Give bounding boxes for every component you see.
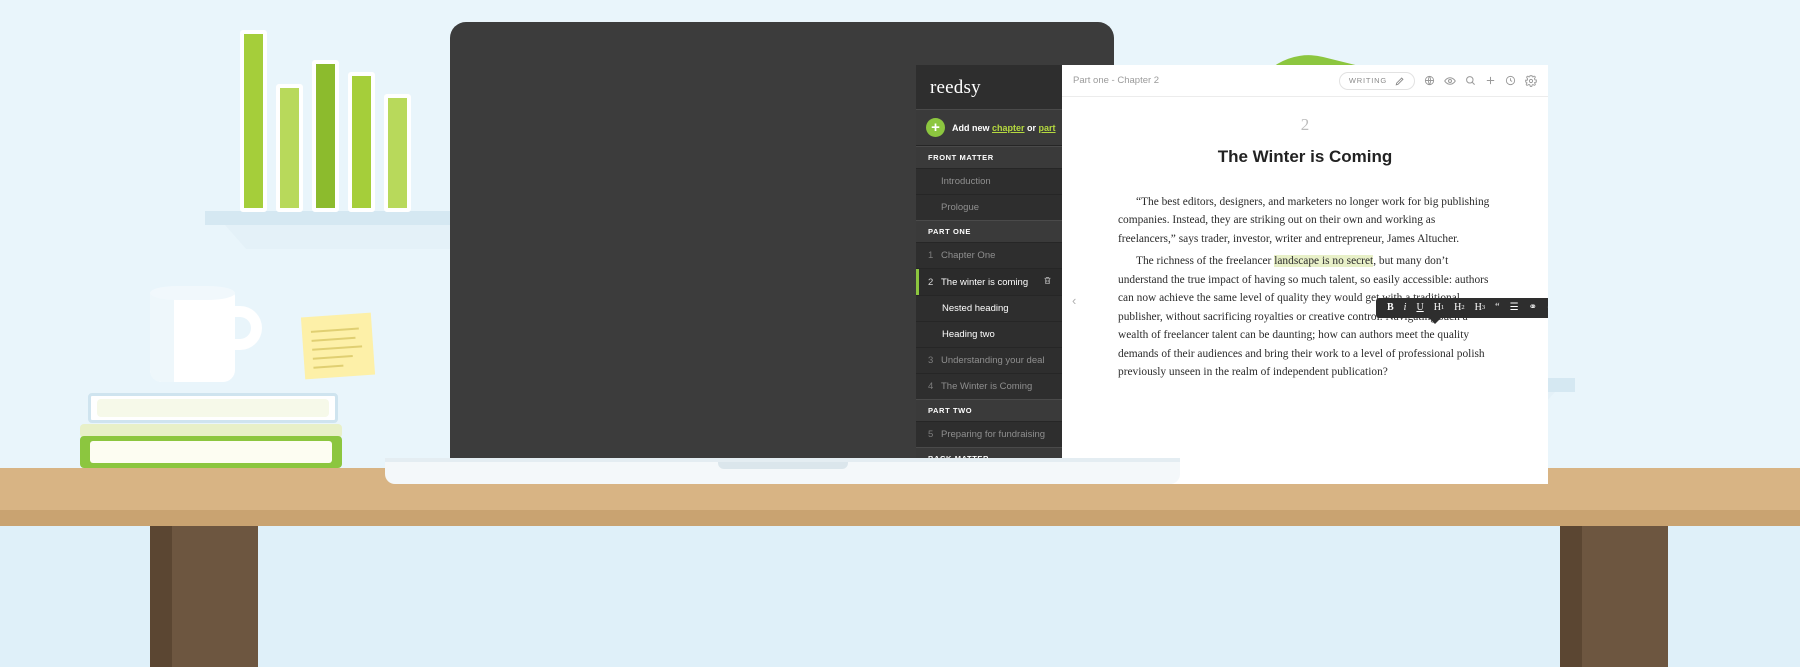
pencil-icon[interactable] <box>1395 76 1405 86</box>
sidebar-section-heading: PART TWO <box>916 399 1062 421</box>
mug-shading <box>150 292 174 382</box>
sidebar-item-preparing-for-fundraising[interactable]: 5 Preparing for fundraising <box>916 421 1062 447</box>
status-badge[interactable]: WRITING <box>1338 71 1415 90</box>
sidebar-item-number: 4 <box>928 381 934 392</box>
breadcrumb: Part one - Chapter 2 <box>1073 75 1160 86</box>
sidebar-item-label: The winter is coming <box>941 276 1029 288</box>
clock-icon[interactable] <box>1505 75 1516 86</box>
sidebar-item-label: Chapter One <box>941 250 996 261</box>
decor-bar-2 <box>276 84 303 212</box>
decor-bar-5 <box>384 94 411 212</box>
sidebar-item-number: 1 <box>928 250 934 261</box>
desk-scene: reedsy + Add new chapter or part FRONT M… <box>0 0 1800 667</box>
italic-button[interactable]: i <box>1399 302 1412 314</box>
laptop-lid: reedsy + Add new chapter or part FRONT M… <box>450 22 1548 484</box>
sidebar-sections: FRONT MATTER Introduction Prologue PART ONE… <box>916 146 1062 484</box>
search-icon[interactable] <box>1465 75 1476 86</box>
brand-logo[interactable]: reedsy <box>916 65 1062 109</box>
desk-leg-left-inner <box>172 526 258 667</box>
decor-bar-1 <box>240 30 267 212</box>
add-chapter-link[interactable]: chapter <box>992 123 1025 133</box>
sidebar-item-label: Heading two <box>942 329 995 340</box>
format-toolbar[interactable]: BiUH1H2H3“☰⚭● <box>1376 298 1548 324</box>
sidebar-item-number: 2 <box>928 276 934 288</box>
sidebar-item-the-winter-is-coming[interactable]: 4 The Winter is Coming <box>916 373 1062 399</box>
heading-2-button-subscript: 2 <box>1461 303 1465 311</box>
sidebar-item-introduction[interactable]: Introduction <box>916 168 1062 194</box>
sidebar-section-heading: PART ONE <box>916 220 1062 242</box>
sidebar-item-heading-two[interactable]: Heading two <box>916 321 1062 347</box>
sidebar-item-chapter-one[interactable]: 1 Chapter One <box>916 242 1062 268</box>
sidebar-item-label: Introduction <box>941 176 991 187</box>
heading-3-button-subscript: 3 <box>1481 303 1486 311</box>
decor-bar-3 <box>312 60 339 212</box>
plus-icon[interactable] <box>1485 75 1496 86</box>
bold-button[interactable]: B <box>1382 302 1399 314</box>
document-body[interactable]: 2 The Winter is Coming “The best editors… <box>1062 97 1548 484</box>
add-new-label: Add new chapter or part <box>952 123 1056 133</box>
collapse-sidebar-arrow[interactable]: ‹ <box>1072 293 1076 308</box>
decor-bar-4 <box>348 72 375 212</box>
trash-icon[interactable] <box>1043 276 1052 288</box>
sidebar-item-prologue[interactable]: Prologue <box>916 194 1062 220</box>
link-button[interactable]: ⚭ <box>1524 302 1542 314</box>
paragraph-list: “The best editors, designers, and market… <box>1118 193 1492 382</box>
sidebar-item-label: Nested heading <box>942 303 1009 314</box>
desk-edge <box>0 510 1800 526</box>
eye-icon[interactable] <box>1444 75 1456 87</box>
chapter-number: 2 <box>1300 115 1310 134</box>
format-toolbar-buttons: BiUH1H2H3“☰⚭● <box>1382 302 1548 314</box>
heading-3-button[interactable]: H3 <box>1470 302 1490 314</box>
laptop-trackpad-notch <box>718 462 848 469</box>
add-new-middle: or <box>1024 122 1039 133</box>
sidebar-item-understanding-your-deal[interactable]: 3 Understanding your deal <box>916 347 1062 373</box>
add-new-row[interactable]: + Add new chapter or part <box>916 109 1062 146</box>
paragraph-text: The richness of the freelancer <box>1136 255 1275 268</box>
globe-icon[interactable] <box>1424 75 1435 86</box>
sidebar-item-label: Prologue <box>941 202 980 213</box>
list-button[interactable]: ☰ <box>1505 302 1524 314</box>
gear-icon[interactable] <box>1525 74 1537 87</box>
sidebar: reedsy + Add new chapter or part FRONT M… <box>916 65 1062 484</box>
reedsy-app: reedsy + Add new chapter or part FRONT M… <box>916 65 1548 484</box>
sidebar-item-label: The Winter is Coming <box>941 381 1033 392</box>
book-white-pages <box>97 399 329 417</box>
topbar-actions: WRITING <box>1338 71 1537 90</box>
laptop-screen: reedsy + Add new chapter or part FRONT M… <box>916 65 1548 484</box>
paragraph-text: “The best editors, designers, and market… <box>1118 196 1490 245</box>
sidebar-item-the-winter-is-coming[interactable]: 2 The winter is coming <box>916 268 1062 295</box>
sticky-note <box>300 312 376 380</box>
add-part-link[interactable]: part <box>1039 123 1056 133</box>
sidebar-item-number: 3 <box>928 355 934 366</box>
heading-1-button-subscript: 1 <box>1440 303 1445 311</box>
format-toolbar-caret <box>1428 317 1442 324</box>
sidebar-section-heading: FRONT MATTER <box>916 146 1062 168</box>
underline-button[interactable]: U <box>1411 302 1428 314</box>
editor-main: Part one - Chapter 2 WRITING 2 The Winte… <box>1062 65 1548 484</box>
heading-1-button[interactable]: H1 <box>1429 302 1449 314</box>
book-green-pages <box>90 441 332 463</box>
plus-icon[interactable]: + <box>926 118 945 137</box>
highlighted-text: landscape is no secret <box>1274 255 1374 268</box>
blockquote-button[interactable]: “ <box>1490 302 1504 314</box>
sidebar-item-label: Preparing for fundraising <box>941 429 1046 440</box>
sidebar-item-nested-heading[interactable]: Nested heading <box>916 295 1062 321</box>
chapter-title: The Winter is Coming <box>1217 147 1393 166</box>
sidebar-item-label: Understanding your deal <box>941 355 1045 366</box>
add-new-prefix: Add new <box>952 122 992 133</box>
heading-2-button[interactable]: H2 <box>1449 302 1469 314</box>
sidebar-item-number: 5 <box>928 429 934 440</box>
desk-under-area <box>0 526 1800 667</box>
status-label: WRITING <box>1348 76 1387 85</box>
mug-rim <box>150 286 235 300</box>
comment-button[interactable]: ● <box>1542 302 1548 314</box>
editor-topbar: Part one - Chapter 2 WRITING <box>1062 65 1548 97</box>
paragraph-1[interactable]: “The best editors, designers, and market… <box>1118 193 1492 248</box>
desk-leg-right-inner <box>1582 526 1668 667</box>
